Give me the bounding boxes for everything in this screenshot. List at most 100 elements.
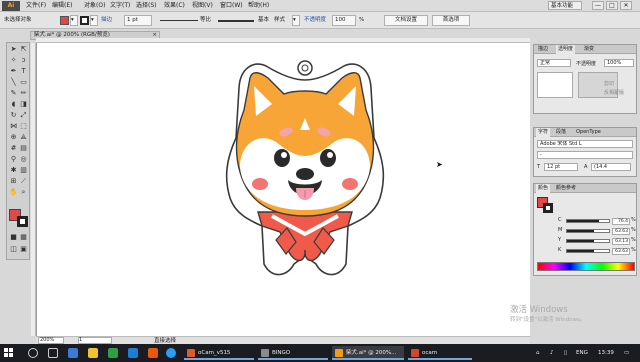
stroke-label[interactable]: 描边	[101, 15, 112, 26]
browser-icon[interactable]	[68, 348, 78, 358]
network-icon[interactable]: ⌂	[536, 344, 540, 362]
menu-type[interactable]: 文字(T)	[110, 0, 130, 12]
channel-slider[interactable]	[566, 219, 610, 223]
volume-icon[interactable]: ♪	[550, 344, 554, 362]
free-transform-tool-icon[interactable]: ⬚	[19, 122, 28, 131]
pen-tool-icon[interactable]: ✒	[9, 67, 18, 76]
type-tool-icon[interactable]: T	[19, 67, 28, 76]
symbol-sprayer-tool-icon[interactable]: ✱	[9, 166, 18, 175]
channel-value[interactable]: 63.13	[612, 238, 630, 245]
mail-icon[interactable]	[128, 348, 138, 358]
horizontal-ruler[interactable]	[36, 38, 530, 43]
zoom-level-field[interactable]: 200%	[38, 337, 64, 344]
shiba-dog-illustration[interactable]	[224, 58, 386, 282]
font-size-field[interactable]: 12 pt	[544, 163, 578, 171]
menu-help[interactable]: 帮助(H)	[248, 0, 269, 12]
workspace-switcher[interactable]: 基本功能	[548, 1, 582, 10]
style-dropdown[interactable]: ▾	[292, 15, 300, 26]
menu-edit[interactable]: 编辑(E)	[52, 0, 72, 12]
brush-definition[interactable]	[218, 20, 254, 22]
width-tool-icon[interactable]: ⋈	[9, 122, 18, 131]
gradient-tool-icon[interactable]: ▤	[19, 144, 28, 153]
taskbar-app-ocam[interactable]: ocam	[408, 346, 472, 360]
blend-mode-select[interactable]: 正常	[537, 59, 571, 67]
artboard-tool-icon[interactable]: ⊞	[9, 177, 18, 186]
tab-color-guide[interactable]: 颜色参考	[554, 184, 578, 193]
battery-icon[interactable]: ▯	[564, 344, 567, 362]
tab-paragraph[interactable]: 段落	[554, 128, 568, 137]
vertical-ruler[interactable]	[31, 43, 36, 336]
tab-character[interactable]: 字符	[536, 128, 551, 137]
eyedropper-tool-icon[interactable]: ⚲	[9, 155, 18, 164]
invert-mask-option[interactable]: 反相蒙版	[604, 89, 624, 96]
rotate-tool-icon[interactable]: ↻	[9, 111, 18, 120]
stroke-weight-field[interactable]: 1 pt	[124, 15, 152, 26]
leading-field[interactable]: (14.4	[591, 163, 631, 171]
search-icon[interactable]	[28, 348, 38, 358]
media-icon[interactable]	[166, 348, 176, 358]
slice-tool-icon[interactable]: ⟋	[19, 177, 28, 186]
menu-effect[interactable]: 效果(C)	[164, 0, 185, 12]
color-mode-icon[interactable]: ■	[9, 233, 18, 242]
file-explorer-icon[interactable]	[88, 348, 98, 358]
gradient-mode-icon[interactable]: ▦	[19, 233, 28, 242]
tab-stroke[interactable]: 描边	[536, 45, 550, 54]
stroke-swatch[interactable]	[17, 216, 28, 227]
store-icon[interactable]	[148, 348, 158, 358]
taskbar-app-ocam-v515[interactable]: oCam_v515	[184, 346, 254, 360]
lasso-tool-icon[interactable]: ↄ	[19, 56, 28, 65]
line-tool-icon[interactable]: ╲	[9, 78, 18, 87]
opacity-input[interactable]: 100%	[604, 59, 634, 67]
document-setup-button[interactable]: 文档设置	[384, 15, 428, 26]
pencil-tool-icon[interactable]: ✏	[19, 89, 28, 98]
paintbrush-tool-icon[interactable]: ✎	[9, 89, 18, 98]
chat-app-icon[interactable]	[108, 348, 118, 358]
tab-transparency[interactable]: 透明度	[556, 45, 576, 54]
tab-color[interactable]: 颜色	[536, 184, 551, 193]
direct-selection-tool-icon[interactable]: ⇱	[19, 45, 28, 54]
taskbar-app-bingo[interactable]: BINGO	[258, 346, 328, 360]
shape-builder-tool-icon[interactable]: ⊕	[9, 133, 18, 142]
color-spectrum-bar[interactable]	[537, 262, 635, 271]
notification-icon[interactable]: ▭	[624, 344, 629, 362]
opacity-field[interactable]: 100	[332, 15, 356, 26]
menu-view[interactable]: 视图(V)	[192, 0, 213, 12]
rectangle-tool-icon[interactable]: ▭	[19, 78, 28, 87]
close-button[interactable]: ✕	[620, 1, 632, 10]
channel-value[interactable]: 63.63	[612, 228, 630, 235]
menu-window[interactable]: 窗口(W)	[220, 0, 243, 12]
mesh-tool-icon[interactable]: #	[9, 144, 18, 153]
channel-slider[interactable]	[566, 239, 610, 243]
font-style-select[interactable]: -	[537, 151, 633, 159]
zoom-tool-icon[interactable]: ⌕	[19, 188, 28, 197]
taskbar-app-illustrator[interactable]: 柴犬.ai* @ 200%...	[332, 346, 404, 360]
menu-object[interactable]: 对象(O)	[84, 0, 105, 12]
input-language[interactable]: ENG	[576, 344, 588, 362]
tab-gradient[interactable]: 渐变	[582, 45, 596, 54]
screen-mode-icon[interactable]: ▣	[19, 245, 28, 254]
clock[interactable]: 13:39	[598, 344, 614, 362]
maximize-button[interactable]: □	[606, 1, 618, 10]
magic-wand-tool-icon[interactable]: ✧	[9, 56, 18, 65]
blend-tool-icon[interactable]: ◎	[19, 155, 28, 164]
selection-tool-icon[interactable]: ➤	[9, 45, 18, 54]
channel-slider[interactable]	[566, 229, 610, 233]
menu-select[interactable]: 选择(S)	[136, 0, 157, 12]
stroke-color-swatch[interactable]	[80, 16, 89, 25]
channel-value[interactable]: 76.4	[612, 218, 630, 225]
opacity-label[interactable]: 不透明度	[304, 15, 326, 26]
column-graph-tool-icon[interactable]: ▥	[19, 166, 28, 175]
windows-start-icon[interactable]	[4, 348, 14, 358]
hand-tool-icon[interactable]: ✋	[9, 188, 18, 197]
fill-dropdown[interactable]: ▾	[70, 15, 78, 26]
tab-opentype[interactable]: OpenType	[574, 128, 603, 137]
drawing-mode-icon[interactable]: ◫	[9, 245, 18, 254]
clip-option[interactable]: 剪切	[604, 80, 614, 87]
menu-file[interactable]: 文件(F)	[26, 0, 46, 12]
style-label[interactable]: 样式	[274, 15, 285, 26]
variable-width-profile[interactable]	[160, 20, 198, 21]
scale-tool-icon[interactable]: ⤢	[19, 111, 28, 120]
channel-slider[interactable]	[566, 249, 610, 253]
font-family-select[interactable]: Adobe 宋体 Std L	[537, 140, 633, 148]
eraser-tool-icon[interactable]: ◨	[19, 100, 28, 109]
